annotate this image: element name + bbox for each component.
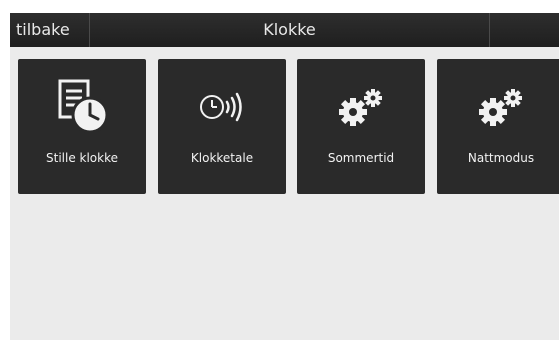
- top-bar-right-slot: [489, 13, 559, 47]
- clock-speech-icon: [158, 77, 286, 137]
- clock-speech-tile[interactable]: Klokketale: [158, 59, 286, 194]
- tile-label: Klokketale: [190, 151, 254, 165]
- back-button[interactable]: tilbake: [10, 13, 90, 47]
- tile-label: Sommertid: [327, 151, 395, 165]
- clock-screen: tilbake Klokke Stille klokke Klokketale …: [10, 13, 559, 340]
- set-clock-icon: [18, 77, 146, 137]
- set-clock-tile[interactable]: Stille klokke: [18, 59, 146, 194]
- gears-icon: [437, 77, 559, 137]
- night-mode-tile[interactable]: Nattmodus: [437, 59, 559, 194]
- tile-label: Stille klokke: [46, 151, 118, 165]
- tile-label: Nattmodus: [467, 151, 535, 165]
- top-bar: tilbake Klokke: [10, 13, 559, 47]
- page-title: Klokke: [263, 20, 316, 39]
- gears-icon: [297, 77, 425, 137]
- summer-time-tile[interactable]: Sommertid: [297, 59, 425, 194]
